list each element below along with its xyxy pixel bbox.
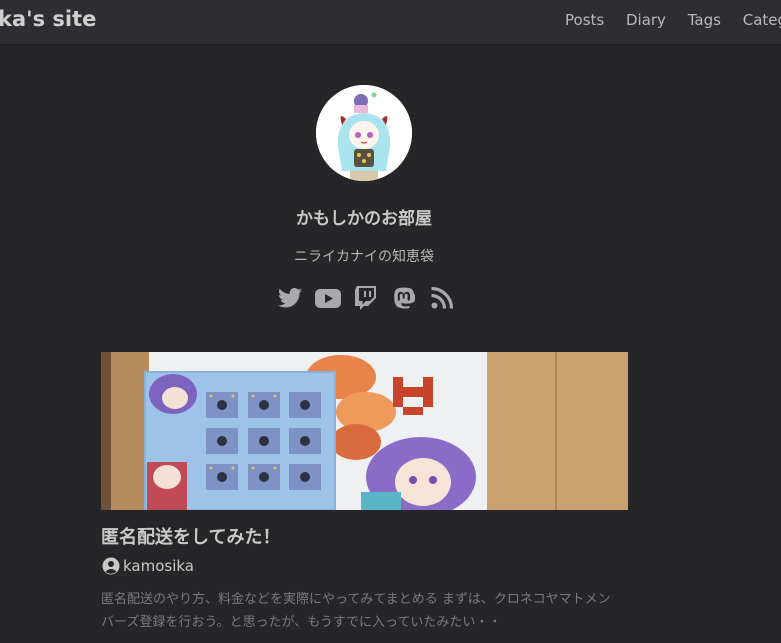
site-title[interactable]: ka's site (0, 7, 96, 31)
twitch-icon[interactable] (353, 286, 379, 310)
avatar (316, 85, 412, 181)
nav-categories[interactable]: Catego (743, 11, 781, 29)
post-thumbnail[interactable] (101, 352, 628, 510)
post-author: kamosika (102, 557, 194, 575)
nav-posts[interactable]: Posts (565, 11, 604, 29)
page: ka's site Posts Diary Tags Catego (0, 0, 781, 643)
twitter-icon[interactable] (277, 286, 303, 310)
user-circle-icon (102, 557, 120, 575)
post-excerpt: 匿名配送のやり方、料金などを実際にやってみてまとめる まずは、クロネコヤマトメン… (101, 588, 631, 634)
profile-subtitle: ニライカナイの知恵袋 (294, 249, 434, 265)
mastodon-icon[interactable] (391, 286, 417, 310)
post-excerpt-line: 匿名配送のやり方、料金などを実際にやってみてまとめる まずは、クロネコヤマトメン (101, 592, 611, 607)
nav-tags[interactable]: Tags (688, 11, 721, 29)
main-nav: Posts Diary Tags Catego (565, 11, 781, 29)
youtube-icon[interactable] (315, 286, 341, 310)
nav-diary[interactable]: Diary (626, 11, 666, 29)
post-thumbnail-image (101, 352, 628, 510)
rss-icon[interactable] (429, 286, 455, 310)
avatar-illustration (316, 85, 412, 181)
post-title[interactable]: 匿名配送をしてみた！ (101, 523, 280, 549)
post-author-name[interactable]: kamosika (123, 557, 194, 575)
top-navbar: ka's site Posts Diary Tags Catego (0, 0, 781, 44)
profile-name: かもしかのお部屋 (296, 209, 432, 229)
post-excerpt-line: バーズ登録を行おう。と思ったが、もうすでに入っていたみたい・・ (101, 615, 502, 630)
social-links (277, 286, 455, 310)
